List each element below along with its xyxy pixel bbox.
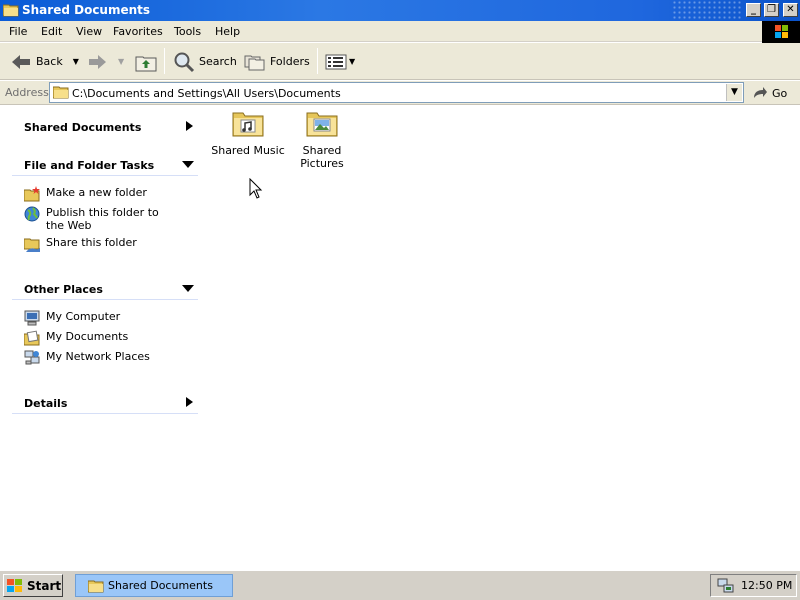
pictures-folder-icon xyxy=(306,112,338,137)
search-icon xyxy=(174,52,195,72)
task-label: Make a new folder xyxy=(46,186,147,199)
place-label: My Documents xyxy=(46,330,129,343)
menu-edit[interactable]: Edit xyxy=(41,25,62,38)
my-computer-icon xyxy=(24,310,40,326)
folder-icon xyxy=(3,4,19,17)
new-folder-icon xyxy=(24,186,40,202)
search-label: Search xyxy=(199,55,237,68)
forward-button[interactable]: ▼ xyxy=(88,43,124,80)
menu-file[interactable]: File xyxy=(9,25,27,38)
back-arrow-icon xyxy=(12,54,30,69)
taskbar-window-label: Shared Documents xyxy=(108,579,213,592)
folders-label: Folders xyxy=(270,55,310,68)
windows-flag-icon xyxy=(775,25,788,38)
place-my-documents[interactable]: My Documents xyxy=(24,330,128,346)
share-folder-icon xyxy=(24,238,40,252)
menu-tools[interactable]: Tools xyxy=(174,25,201,38)
start-label: Start xyxy=(27,578,62,593)
menu-favorites[interactable]: Favorites xyxy=(113,25,163,38)
up-folder-button[interactable] xyxy=(135,43,157,80)
clock: 12:50 PM xyxy=(741,579,793,592)
folder-icon xyxy=(53,86,69,99)
taskbar-window-button[interactable]: Shared Documents xyxy=(75,574,233,597)
views-icon xyxy=(325,54,347,69)
globe-icon xyxy=(24,206,40,222)
item-label: Shared Music xyxy=(211,144,285,157)
system-tray: 12:50 PM xyxy=(710,574,797,597)
other-places-heading[interactable]: Other Places xyxy=(24,283,103,296)
address-value: C:\Documents and Settings\All Users\Docu… xyxy=(72,87,341,100)
views-dropdown-icon[interactable]: ▼ xyxy=(349,57,355,66)
place-label: My Computer xyxy=(46,310,121,323)
start-button[interactable]: Start xyxy=(3,574,63,597)
task-publish-to-web[interactable]: Publish this folder to the Web xyxy=(24,206,176,232)
windows-logo xyxy=(762,21,800,43)
go-arrow-icon xyxy=(754,87,767,98)
my-documents-icon xyxy=(24,330,40,346)
details-heading[interactable]: Details xyxy=(24,397,67,410)
folder-shared-pictures[interactable]: Shared Pictures xyxy=(287,108,357,170)
window-title: Shared Documents xyxy=(22,3,151,17)
place-my-network-places[interactable]: My Network Places xyxy=(24,350,150,366)
go-label: Go xyxy=(772,86,788,100)
taskbar: Start Shared Documents 12:50 PM xyxy=(0,570,800,600)
music-folder-icon xyxy=(232,112,264,137)
go-button[interactable]: Go xyxy=(752,84,787,102)
address-input[interactable]: C:\Documents and Settings\All Users\Docu… xyxy=(49,82,744,103)
task-pane: Shared Documents File and Folder Tasks M… xyxy=(0,106,210,570)
back-label: Back xyxy=(36,55,63,68)
collapse-arrow-icon[interactable] xyxy=(182,161,194,168)
menu-help[interactable]: Help xyxy=(215,25,240,38)
task-make-new-folder[interactable]: Make a new folder xyxy=(24,186,147,202)
folder-icon xyxy=(88,580,104,592)
task-label: Publish this folder to the Web xyxy=(46,206,159,232)
forward-arrow-icon xyxy=(89,54,106,69)
folder-shared-music[interactable]: Shared Music xyxy=(208,108,288,157)
address-bar: Address C:\Documents and Settings\All Us… xyxy=(0,81,800,105)
up-folder-icon xyxy=(135,56,157,71)
network-places-icon xyxy=(24,350,40,365)
shared-documents-heading[interactable]: Shared Documents xyxy=(24,121,141,134)
back-button[interactable]: Back ▼ xyxy=(10,43,79,80)
menu-bar: File Edit View Favorites Tools Help xyxy=(0,21,800,42)
windows-flag-icon xyxy=(7,578,22,592)
expand-arrow-icon[interactable] xyxy=(186,397,193,407)
forward-dropdown-icon[interactable]: ▼ xyxy=(118,57,124,66)
task-label: Share this folder xyxy=(46,236,137,249)
task-share-folder[interactable]: Share this folder xyxy=(24,236,137,252)
item-label: Shared Pictures xyxy=(300,144,344,170)
minimize-button[interactable]: _ xyxy=(746,3,761,17)
title-bar: Shared Documents _ ❐ ✕ xyxy=(0,0,800,21)
place-my-computer[interactable]: My Computer xyxy=(24,310,120,326)
views-button[interactable]: ▼ xyxy=(325,43,355,80)
expand-arrow-icon[interactable] xyxy=(186,121,193,131)
place-label: My Network Places xyxy=(46,350,150,363)
mouse-cursor-icon xyxy=(249,178,263,199)
back-dropdown-icon[interactable]: ▼ xyxy=(73,57,79,66)
title-bar-decoration xyxy=(672,0,742,21)
address-dropdown-icon[interactable]: ▼ xyxy=(726,84,742,101)
toolbar: Back ▼ ▼ Search Folders ▼ xyxy=(0,43,800,80)
folders-button[interactable]: Folders xyxy=(244,43,310,80)
address-label: Address xyxy=(5,86,49,99)
menu-view[interactable]: View xyxy=(76,25,102,38)
search-button[interactable]: Search xyxy=(173,43,237,80)
maximize-button[interactable]: ❐ xyxy=(764,3,779,17)
collapse-arrow-icon[interactable] xyxy=(182,285,194,292)
folders-icon xyxy=(244,55,265,70)
network-tray-icon[interactable] xyxy=(717,578,735,594)
close-button[interactable]: ✕ xyxy=(783,3,798,17)
file-folder-tasks-heading[interactable]: File and Folder Tasks xyxy=(24,159,154,172)
